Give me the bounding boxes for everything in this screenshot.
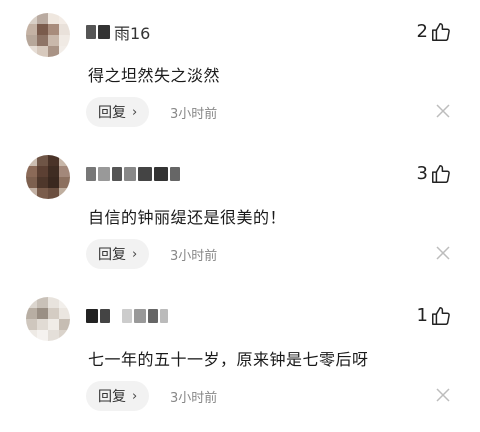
avatar-pixel — [37, 330, 48, 341]
avatar-pixel — [59, 13, 70, 24]
avatar[interactable] — [26, 13, 70, 57]
avatar-pixel — [48, 13, 59, 24]
username[interactable] — [86, 304, 172, 328]
avatar-pixel — [26, 166, 37, 177]
username-blur — [86, 309, 98, 323]
avatar-pixel — [59, 155, 70, 166]
avatar-pixel — [26, 297, 37, 308]
comment-item: 雨16 2 得之坦然失之淡然 回复 › 3小时前 — [0, 0, 480, 144]
username-blur — [160, 309, 168, 323]
reply-button[interactable]: 回复 › — [86, 239, 150, 269]
username-blur — [98, 167, 110, 181]
avatar-pixel — [37, 177, 48, 188]
avatar-pixel — [26, 46, 37, 57]
avatar-pixel — [37, 24, 48, 35]
avatar-pixel — [26, 24, 37, 35]
avatar-pixel — [59, 330, 70, 341]
comment-time: 3小时前 — [170, 107, 218, 122]
avatar-pixel — [59, 35, 70, 46]
avatar-pixel — [26, 177, 37, 188]
reply-button[interactable]: 回复 › — [86, 381, 150, 411]
avatar-pixel — [37, 46, 48, 57]
close-icon[interactable] — [436, 104, 450, 118]
chevron-right-icon: › — [132, 388, 138, 404]
avatar[interactable] — [26, 155, 70, 199]
avatar-pixel — [26, 35, 37, 46]
username-blur — [98, 25, 110, 39]
username-blur — [100, 309, 110, 323]
chevron-right-icon: › — [132, 246, 138, 262]
comment-time: 3小时前 — [170, 249, 218, 264]
username-blur — [134, 309, 146, 323]
close-icon[interactable] — [436, 388, 450, 402]
avatar-pixel — [59, 177, 70, 188]
avatar-pixel — [48, 297, 59, 308]
avatar-pixel — [37, 308, 48, 319]
thumbs-up-icon[interactable] — [430, 163, 452, 185]
avatar-pixel — [26, 155, 37, 166]
username-blur — [112, 167, 122, 181]
avatar-pixel — [48, 166, 59, 177]
username-blur — [86, 25, 96, 39]
username-blur — [148, 309, 158, 323]
username-blur — [86, 167, 96, 181]
avatar[interactable] — [26, 297, 70, 341]
avatar-pixel — [37, 35, 48, 46]
avatar-pixel — [59, 166, 70, 177]
avatar-pixel — [48, 24, 59, 35]
comment-time: 3小时前 — [170, 391, 218, 406]
username[interactable] — [86, 162, 184, 186]
like-count: 2 — [416, 21, 428, 42]
close-icon[interactable] — [436, 246, 450, 260]
reply-label: 回复 — [98, 389, 126, 405]
avatar-pixel — [59, 319, 70, 330]
username-blur — [138, 167, 152, 181]
avatar-pixel — [26, 330, 37, 341]
username-blur — [170, 167, 180, 181]
reply-label: 回复 — [98, 247, 126, 263]
chevron-right-icon: › — [132, 104, 138, 120]
like-count: 1 — [416, 305, 428, 326]
username-text: 雨16 — [114, 24, 151, 43]
comment-text: 得之坦然失之淡然 — [88, 66, 221, 85]
avatar-pixel — [26, 308, 37, 319]
avatar-pixel — [37, 13, 48, 24]
reply-label: 回复 — [98, 105, 126, 121]
comment-text: 七一年的五十一岁，原来钟是七零后呀 — [88, 350, 369, 369]
avatar-pixel — [26, 13, 37, 24]
username-blur — [124, 167, 136, 181]
avatar-pixel — [26, 188, 37, 199]
avatar-pixel — [48, 155, 59, 166]
avatar-pixel — [48, 319, 59, 330]
avatar-pixel — [37, 155, 48, 166]
avatar-pixel — [48, 330, 59, 341]
like-count: 3 — [416, 163, 428, 184]
username[interactable]: 雨16 — [86, 20, 150, 44]
avatar-pixel — [48, 35, 59, 46]
avatar-pixel — [59, 308, 70, 319]
avatar-pixel — [59, 188, 70, 199]
avatar-pixel — [26, 319, 37, 330]
username-blur — [154, 167, 168, 181]
comment-item: 1 七一年的五十一岁，原来钟是七零后呀 回复 › 3小时前 — [0, 284, 480, 428]
avatar-pixel — [59, 297, 70, 308]
avatar-pixel — [48, 177, 59, 188]
avatar-pixel — [59, 24, 70, 35]
avatar-pixel — [48, 188, 59, 199]
thumbs-up-icon[interactable] — [430, 305, 452, 327]
comment-item: 3 自信的钟丽缇还是很美的！ 回复 › 3小时前 — [0, 142, 480, 286]
avatar-pixel — [48, 308, 59, 319]
avatar-pixel — [37, 188, 48, 199]
avatar-pixel — [37, 319, 48, 330]
reply-button[interactable]: 回复 › — [86, 97, 150, 127]
avatar-pixel — [37, 297, 48, 308]
avatar-pixel — [59, 46, 70, 57]
comment-text: 自信的钟丽缇还是很美的！ — [88, 208, 287, 227]
avatar-pixel — [37, 166, 48, 177]
avatar-pixel — [48, 46, 59, 57]
username-blur — [122, 309, 132, 323]
thumbs-up-icon[interactable] — [430, 21, 452, 43]
